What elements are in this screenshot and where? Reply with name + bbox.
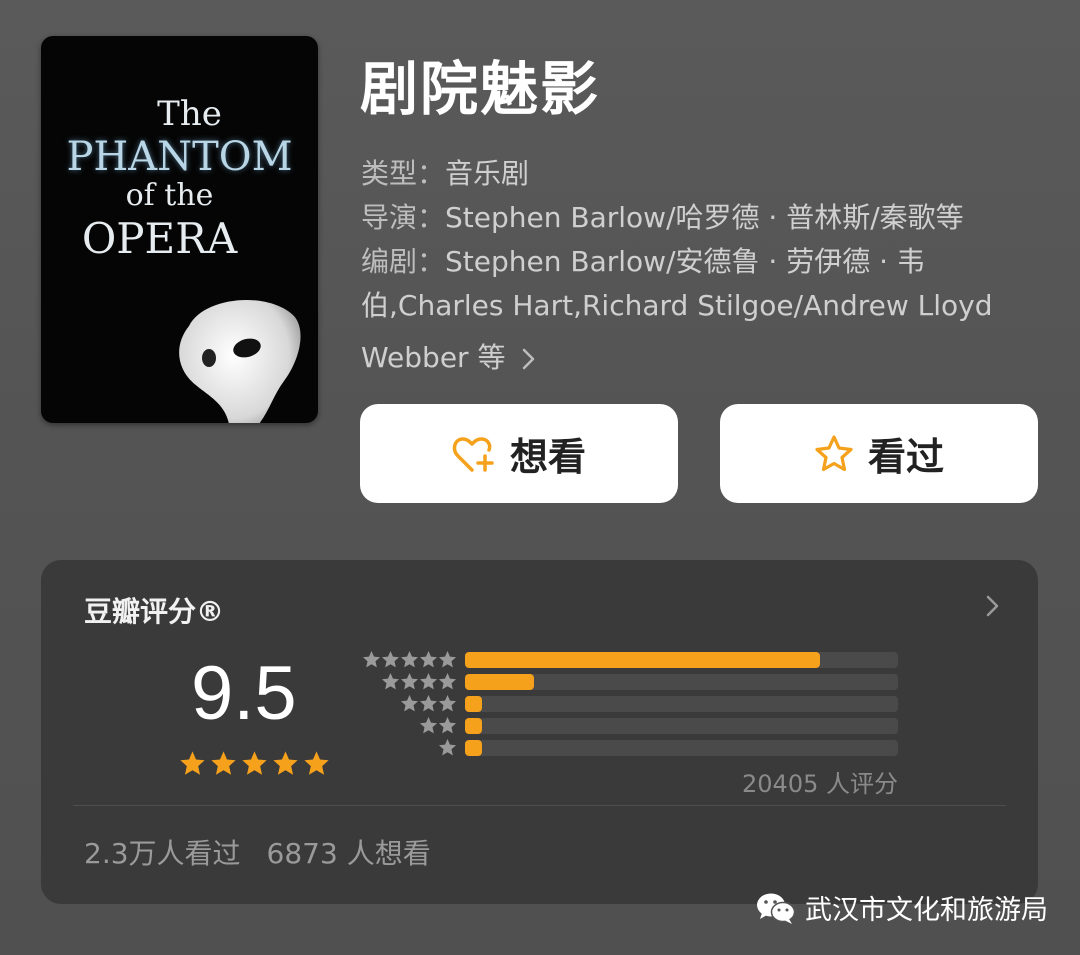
small-star-icon (419, 716, 438, 734)
rating-row-1-star (353, 738, 898, 757)
star-icon (242, 751, 267, 775)
rating-bar-fill (465, 652, 820, 668)
type-value: 音乐剧 (445, 157, 530, 190)
meta-more-link[interactable]: Webber 等 (361, 336, 536, 376)
small-star-icon (419, 672, 438, 690)
rating-bar-fill (465, 674, 534, 690)
rating-row-stars (400, 694, 457, 713)
watermark-text: 武汉市文化和旅游局 (805, 895, 1048, 926)
small-star-icon (362, 650, 381, 668)
rating-row-stars (438, 738, 457, 757)
writer-label: 编剧： (361, 245, 446, 278)
star-icon (273, 751, 298, 775)
type-label: 类型： (361, 157, 446, 190)
rating-row-2-star (353, 716, 898, 735)
small-star-icon (400, 672, 419, 690)
seen-label: 看过 (867, 435, 944, 479)
meta-writer: 编剧：Stephen Barlow/安德鲁 · 劳伊德 · 韦 (361, 240, 925, 280)
writer-value-line1: Stephen Barlow/安德鲁 · 劳伊德 · 韦 (445, 245, 925, 278)
small-star-icon (419, 694, 438, 712)
rating-row-stars (381, 672, 457, 691)
small-star-icon (438, 738, 457, 756)
small-star-icon (438, 694, 457, 712)
star-icon (180, 751, 205, 775)
seen-count: 2.3万人看过 (84, 837, 241, 870)
rating-card[interactable]: 豆瓣评分® 9.5 20405 人评分 2.3万人看过 6873 人想看 (41, 560, 1038, 904)
meta-writer-line2: 伯,Charles Hart,Richard Stilgoe/Andrew Ll… (361, 289, 993, 322)
want-count: 6873 人想看 (266, 837, 431, 870)
mask-icon (179, 300, 301, 423)
small-star-icon (438, 650, 457, 668)
director-value: Stephen Barlow/哈罗德 · 普林斯/秦歌等 (445, 201, 964, 234)
wechat-icon (757, 893, 796, 924)
poster-title-opera: OPERA (81, 214, 238, 263)
writer-value-line3: Webber 等 (361, 341, 506, 374)
small-star-icon (438, 716, 457, 734)
rating-bar-track (465, 674, 898, 690)
poster-title-of-the: of the (125, 178, 214, 213)
small-star-icon (419, 650, 438, 668)
poster-title-the: The (157, 94, 222, 134)
rating-row-stars (362, 650, 457, 669)
rating-bar-fill (465, 718, 482, 734)
rating-row-5-star (353, 650, 898, 669)
want-label: 想看 (509, 435, 586, 479)
rating-bar-fill (465, 696, 482, 712)
page-title: 剧院魅影 (360, 55, 601, 123)
small-star-icon (381, 672, 400, 690)
chevron-right-icon (523, 348, 535, 370)
star-outline-icon (815, 434, 853, 471)
watched-button[interactable]: 看过 (720, 404, 1038, 503)
rating-bar-track (465, 718, 898, 734)
small-star-icon (381, 650, 400, 668)
star-icon (304, 751, 329, 775)
heart-plus-icon (452, 436, 494, 472)
rating-score: 9.5 (191, 651, 297, 736)
want-to-watch-button[interactable]: 想看 (360, 404, 678, 503)
watermark: 武汉市文化和旅游局 (755, 888, 1048, 927)
small-star-icon (438, 672, 457, 690)
divider (73, 805, 1006, 806)
rating-title: 豆瓣评分® (84, 595, 225, 628)
rating-stars (179, 750, 330, 777)
chevron-right-icon[interactable] (986, 594, 1000, 618)
director-label: 导演： (361, 201, 446, 234)
rating-row-stars (419, 716, 457, 735)
watch-stats: 2.3万人看过 6873 人想看 (84, 832, 431, 872)
rating-bar-track (465, 740, 898, 756)
rating-bar-track (465, 652, 898, 668)
small-star-icon (400, 694, 419, 712)
rating-bar-fill (465, 740, 482, 756)
meta-director: 导演：Stephen Barlow/哈罗德 · 普林斯/秦歌等 (361, 196, 964, 236)
poster-title-phantom: PHANTOM (66, 134, 293, 180)
small-star-icon (400, 650, 419, 668)
rating-row-4-star (353, 672, 898, 691)
star-icon (211, 751, 236, 775)
rating-row-3-star (353, 694, 898, 713)
meta-type: 类型：音乐剧 (361, 152, 529, 192)
rating-count: 20405 人评分 (742, 770, 898, 798)
rating-bar-track (465, 696, 898, 712)
poster-image[interactable]: The PHANTOM of the OPERA (41, 36, 318, 423)
